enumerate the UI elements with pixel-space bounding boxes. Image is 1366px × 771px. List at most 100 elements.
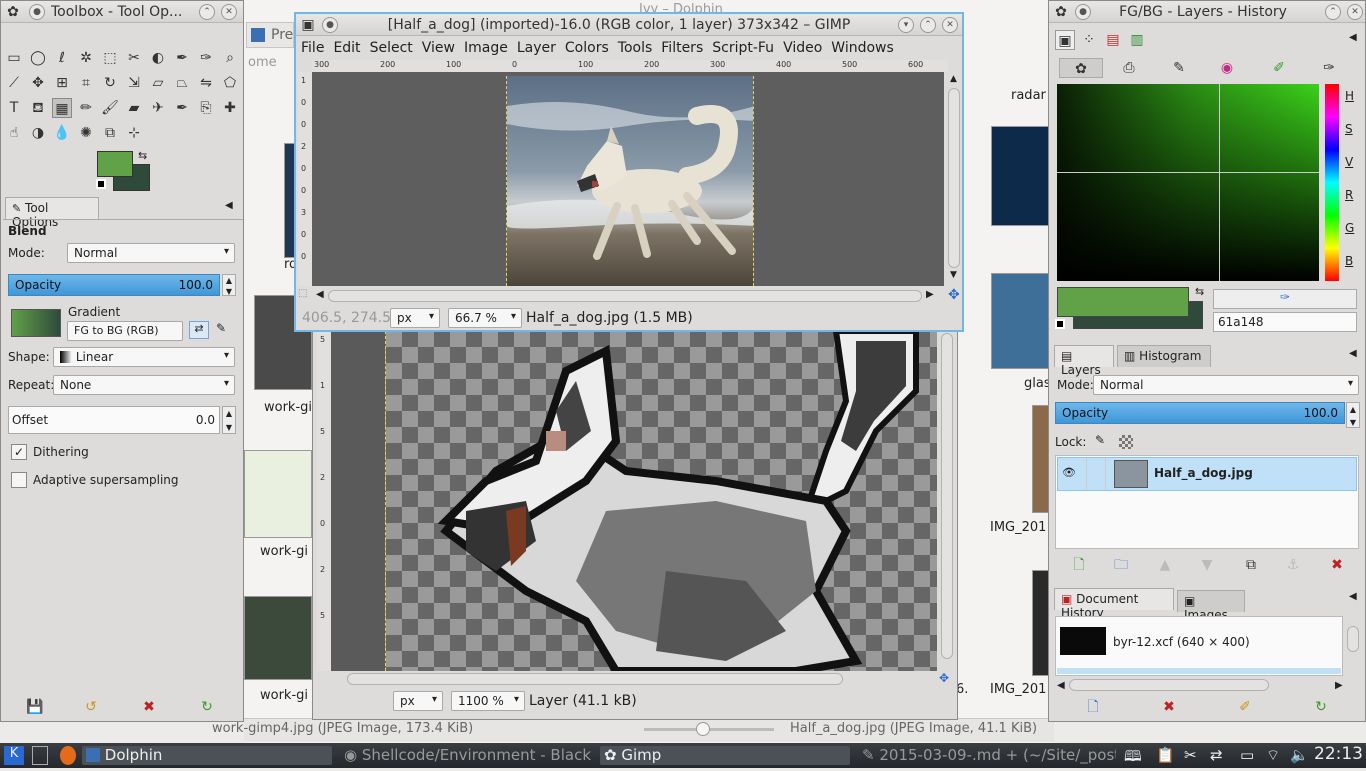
default-colors-icon[interactable] <box>1055 319 1065 329</box>
close-button[interactable]: ✕ <box>1347 4 1363 20</box>
menu-file[interactable]: File <box>296 37 328 56</box>
offset-field[interactable]: Offset 0.0 <box>8 406 220 434</box>
layer-name[interactable]: Half_a_dog.jpg <box>1154 466 1253 480</box>
new-layer-icon[interactable]: 🗋 <box>1069 555 1089 575</box>
adaptive-checkbox[interactable] <box>11 472 27 488</box>
toolbox-titlebar[interactable]: ✿ ● Toolbox - Tool Op... ⌃ ✕ <box>1 1 243 23</box>
file-thumb[interactable] <box>244 450 312 538</box>
scroll-right-icon[interactable]: ▶ <box>1335 680 1343 691</box>
wheel-selector-icon[interactable]: ◉ <box>1217 58 1237 78</box>
mode-select[interactable]: Normal ▾ <box>67 243 235 263</box>
scissors-icon[interactable]: ✂ <box>124 48 144 68</box>
wifi-icon[interactable]: ⌔ <box>1266 746 1280 765</box>
patterns-tab-icon[interactable]: ▤ <box>1103 30 1123 50</box>
dodge-icon[interactable]: ◑ <box>28 123 48 143</box>
cage-icon[interactable]: ⬠ <box>220 73 240 93</box>
color-square[interactable] <box>1057 84 1319 281</box>
fgbg-tab-icon[interactable]: ▣ <box>1055 30 1075 50</box>
move-icon[interactable]: ✥ <box>28 73 48 93</box>
file-thumb[interactable] <box>244 596 312 680</box>
opacity-slider[interactable]: Opacity 100.0 <box>8 274 220 296</box>
tab-menu-icon[interactable]: ◀ <box>1349 348 1357 359</box>
quickmask-icon[interactable]: ⬚ <box>298 288 307 299</box>
delete-layer-icon[interactable]: ✖ <box>1327 555 1347 575</box>
dog-photo[interactable] <box>506 76 754 286</box>
file-label[interactable]: IMG_201 <box>990 520 1046 535</box>
dolphin-tab[interactable]: Pre <box>246 22 294 48</box>
menu-script-fu[interactable]: Script-Fu <box>707 37 778 56</box>
brush-selector-icon[interactable]: ✎ <box>1169 58 1189 78</box>
channel-g-button[interactable]: G <box>1345 221 1354 235</box>
bucket-fill-icon[interactable]: ⛾ <box>28 98 48 118</box>
close-button[interactable]: ✕ <box>221 4 237 20</box>
tab-images[interactable]: ▣ Images <box>1177 590 1245 622</box>
hue-strip[interactable] <box>1325 84 1339 281</box>
menu-filters[interactable]: Filters <box>656 37 707 56</box>
repeat-select[interactable]: None ▾ <box>53 375 235 395</box>
menu-colors[interactable]: Colors <box>560 37 613 56</box>
refresh-history-icon[interactable]: ↻ <box>1311 697 1331 717</box>
history-item[interactable]: byr-12.xcf (640 × 400) <box>1057 618 1341 668</box>
history-selected-row[interactable] <box>1057 668 1341 674</box>
layer-opacity-slider[interactable]: Opacity 100.0 <box>1055 402 1345 424</box>
gradient-name-field[interactable]: FG to BG (RGB) <box>67 321 183 341</box>
delete-options-icon[interactable]: ✖ <box>139 697 159 717</box>
smudge-icon[interactable]: ☝ <box>4 123 24 143</box>
scissors-icon[interactable]: ✂ <box>1184 746 1197 765</box>
network-icon[interactable]: ⇄ <box>1210 746 1223 765</box>
task-shellcode[interactable]: ◉ Shellcode/Environment - Black Ha <box>340 746 594 765</box>
select-by-color-icon[interactable]: ⬚ <box>100 48 120 68</box>
blur-icon[interactable]: 💧 <box>52 123 72 143</box>
flip-icon[interactable]: ⇋ <box>196 73 216 93</box>
clone-icon[interactable]: ⎘ <box>196 98 216 118</box>
paths-icon[interactable]: ✒ <box>172 48 192 68</box>
dictionary-icon[interactable]: 🕮 <box>1124 746 1142 765</box>
task-gimp[interactable]: ✿ Gimp <box>600 746 850 765</box>
airbrush-icon[interactable]: ✈ <box>148 98 168 118</box>
scroll-up-icon[interactable]: ▲ <box>950 74 957 84</box>
heal-icon[interactable]: ✚ <box>220 98 240 118</box>
zoom-canvas[interactable] <box>385 328 937 675</box>
show-desktop-icon[interactable] <box>32 746 48 765</box>
anchor-layer-icon[interactable]: ⚓ <box>1283 555 1303 575</box>
scroll-left-icon[interactable]: ◀ <box>1057 680 1065 691</box>
rect-select-icon[interactable]: ▭ <box>4 48 24 68</box>
file-label[interactable]: glas <box>1024 376 1051 391</box>
sticky-button[interactable]: ● <box>322 17 338 33</box>
restore-options-icon[interactable]: ↺ <box>81 697 101 717</box>
ink-icon[interactable]: ✒ <box>172 98 192 118</box>
unified-transform-icon[interactable]: ⧉ <box>100 123 120 143</box>
tab-histogram[interactable]: ▥ Histogram <box>1117 345 1211 367</box>
default-colors-icon[interactable] <box>96 179 106 189</box>
channel-h-button[interactable]: H <box>1345 89 1354 103</box>
crop-icon[interactable]: ⌗ <box>76 73 96 93</box>
duplicate-layer-icon[interactable]: ⧉ <box>1241 555 1261 575</box>
channel-r-button[interactable]: R <box>1345 188 1353 202</box>
perspective-icon[interactable]: ⏢ <box>172 73 192 93</box>
menu-windows[interactable]: Windows <box>826 37 898 56</box>
eraser-icon[interactable]: ▰ <box>124 98 144 118</box>
clear-history-icon[interactable]: ✐ <box>1235 697 1255 717</box>
channel-s-button[interactable]: S <box>1345 122 1353 136</box>
opacity-spin-icon[interactable]: ▲ ▼ <box>222 274 236 296</box>
collapse-button[interactable]: ⌃ <box>199 4 215 20</box>
image-vscroll[interactable] <box>948 88 960 268</box>
maximize-button[interactable]: ⌃ <box>920 17 936 33</box>
measure-icon[interactable]: ⟋ <box>4 73 24 93</box>
swap-colors-icon[interactable]: ⇆ <box>138 149 147 162</box>
align-icon[interactable]: ⊞ <box>52 73 72 93</box>
menu-edit[interactable]: Edit <box>328 37 364 56</box>
remove-entry-icon[interactable]: ✖ <box>1159 697 1179 717</box>
paintbrush-icon[interactable]: 🖌 <box>100 98 120 118</box>
unit-select[interactable]: px ▾ <box>390 308 440 328</box>
free-select-icon[interactable]: ℓ <box>52 48 72 68</box>
zoom-vscroll[interactable] <box>941 333 953 659</box>
menu-tools[interactable]: Tools <box>613 37 657 56</box>
text-icon[interactable]: T <box>4 98 24 118</box>
image-titlebar[interactable]: ▣ ● [Half_a_dog] (imported)-16.0 (RGB co… <box>296 14 962 36</box>
nav-icon[interactable]: ✥ <box>939 671 949 685</box>
scroll-left-icon[interactable]: ◀ <box>316 289 324 300</box>
scroll-down-icon[interactable]: ▼ <box>950 270 957 280</box>
warp-icon[interactable]: ✺ <box>76 123 96 143</box>
cmyk-selector-icon[interactable]: ⎙ <box>1119 58 1139 78</box>
